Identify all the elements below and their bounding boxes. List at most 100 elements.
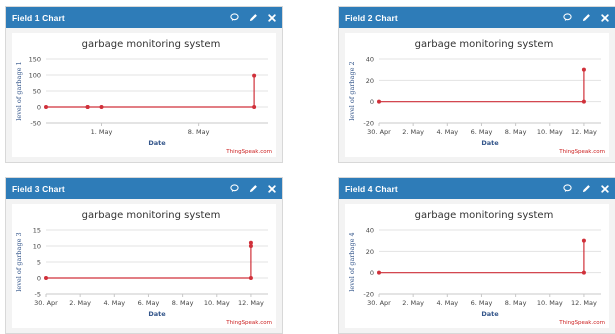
chart-area: garbage monitoring system -20 0 20 40 30. Apr… (345, 204, 609, 328)
data-point (581, 99, 586, 104)
chart-title: garbage monitoring system (415, 210, 554, 221)
y-tick-label: 100 (29, 72, 41, 80)
x-tick-label: 12. May (238, 299, 264, 307)
data-point (248, 240, 253, 245)
chart-area: garbage monitoring system -5 0 5 10 15 30. Apr… (12, 204, 276, 328)
x-tick-label: 1. May (91, 128, 113, 136)
comment-icon[interactable] (563, 184, 572, 193)
y-tick-label: 10 (33, 243, 41, 251)
panel-actions (230, 13, 276, 22)
panel-actions (230, 184, 276, 193)
x-tick-label: 4. May (103, 299, 125, 307)
y-tick-label: 150 (29, 56, 41, 64)
data-point (85, 105, 90, 109)
close-icon[interactable] (601, 184, 609, 193)
y-axis-label: level of garbage 2 (348, 61, 356, 120)
pencil-icon[interactable] (582, 184, 591, 193)
series-line (379, 69, 585, 103)
chart-area: garbage monitoring system -20 0 20 40 30. Apr… (345, 33, 609, 157)
chart-svg: garbage monitoring system -20 0 20 40 30. Apr… (348, 210, 605, 326)
x-tick-label: 10. May (537, 299, 563, 307)
data-point (248, 276, 253, 280)
y-tick-label: 20 (366, 248, 374, 256)
chart-svg: garbage monitoring system -20 0 20 40 30. Apr… (348, 39, 605, 155)
y-tick-label: -20 (363, 291, 374, 299)
chart-title: garbage monitoring system (415, 39, 554, 50)
comment-icon[interactable] (563, 13, 572, 22)
comment-icon[interactable] (230, 13, 239, 22)
field-3-chart-panel: Field 3 Chart garbage monitoring system -… (5, 177, 283, 334)
data-point (99, 105, 104, 109)
field-4-chart-panel: Field 4 Chart garbage monitoring system -… (338, 177, 615, 334)
data-point (581, 270, 586, 275)
chart-title: garbage monitoring system (82, 210, 221, 221)
x-tick-label: 12. May (571, 299, 597, 307)
x-tick-label: 8. May (505, 299, 527, 307)
x-axis-label: Date (148, 139, 166, 147)
y-tick-label: -5 (35, 291, 41, 299)
x-tick-label: 8. May (505, 128, 527, 136)
y-tick-label: -20 (363, 120, 374, 128)
y-tick-label: 40 (366, 56, 374, 64)
panel-title: Field 3 Chart (12, 183, 65, 194)
credit-label: ThingSpeak.com (558, 149, 605, 155)
x-tick-label: 10. May (537, 128, 563, 136)
close-icon[interactable] (268, 13, 276, 22)
credit-label: ThingSpeak.com (225, 149, 272, 155)
data-point (252, 105, 257, 109)
data-point (377, 270, 381, 275)
credit-label: ThingSpeak.com (558, 320, 605, 326)
pencil-icon[interactable] (249, 184, 258, 193)
pencil-icon[interactable] (249, 13, 258, 22)
comment-icon[interactable] (230, 184, 239, 193)
panel-header: Field 1 Chart (6, 7, 282, 28)
y-tick-label: 40 (366, 227, 374, 235)
chart-area: garbage monitoring system -50 0 50 100 150 1. … (12, 33, 276, 157)
panel-header: Field 2 Chart (339, 7, 615, 28)
data-point (252, 73, 257, 78)
y-axis-label: level of garbage 3 (15, 232, 23, 291)
panel-title: Field 2 Chart (345, 12, 398, 23)
series-line (379, 240, 585, 274)
y-tick-label: 0 (37, 275, 41, 283)
x-tick-label: 6. May (471, 128, 493, 136)
x-tick-label: 2. May (69, 299, 91, 307)
y-axis-label: level of garbage 1 (15, 61, 23, 120)
x-tick-label: 8. May (172, 299, 194, 307)
x-tick-label: 12. May (571, 128, 597, 136)
panel-actions (563, 184, 609, 193)
x-tick-label: 4. May (436, 128, 458, 136)
y-tick-label: 0 (37, 104, 41, 112)
x-tick-label: 8. May (188, 128, 210, 136)
x-tick-label: 2. May (402, 128, 424, 136)
y-tick-label: 5 (37, 259, 41, 267)
x-tick-label: 30. Apr (34, 299, 58, 307)
close-icon[interactable] (601, 13, 609, 22)
x-tick-label: 6. May (138, 299, 160, 307)
y-tick-label: 15 (33, 227, 41, 235)
x-tick-label: 6. May (471, 299, 493, 307)
x-tick-label: 30. Apr (367, 128, 391, 136)
x-tick-label: 2. May (402, 299, 424, 307)
panel-title: Field 1 Chart (12, 12, 65, 23)
y-tick-label: 0 (370, 269, 374, 277)
y-tick-label: -50 (30, 120, 41, 128)
x-axis-label: Date (481, 310, 499, 318)
x-axis-label: Date (148, 310, 166, 318)
chart-svg: garbage monitoring system -50 0 50 100 150 1. … (15, 39, 272, 155)
y-tick-label: 20 (366, 77, 374, 85)
credit-label: ThingSpeak.com (225, 320, 272, 326)
panel-header: Field 4 Chart (339, 178, 615, 199)
y-axis-label: level of garbage 4 (348, 232, 356, 291)
field-1-chart-panel: Field 1 Chart garbage monitoring system -… (5, 6, 283, 163)
panel-header: Field 3 Chart (6, 178, 282, 199)
x-axis-label: Date (481, 139, 499, 147)
chart-svg: garbage monitoring system -5 0 5 10 15 30. Apr… (15, 210, 272, 326)
y-tick-label: 0 (370, 98, 374, 106)
x-tick-label: 30. Apr (367, 299, 391, 307)
data-point (44, 105, 48, 109)
pencil-icon[interactable] (582, 13, 591, 22)
x-tick-label: 4. May (436, 299, 458, 307)
panel-actions (563, 13, 609, 22)
close-icon[interactable] (268, 184, 276, 193)
